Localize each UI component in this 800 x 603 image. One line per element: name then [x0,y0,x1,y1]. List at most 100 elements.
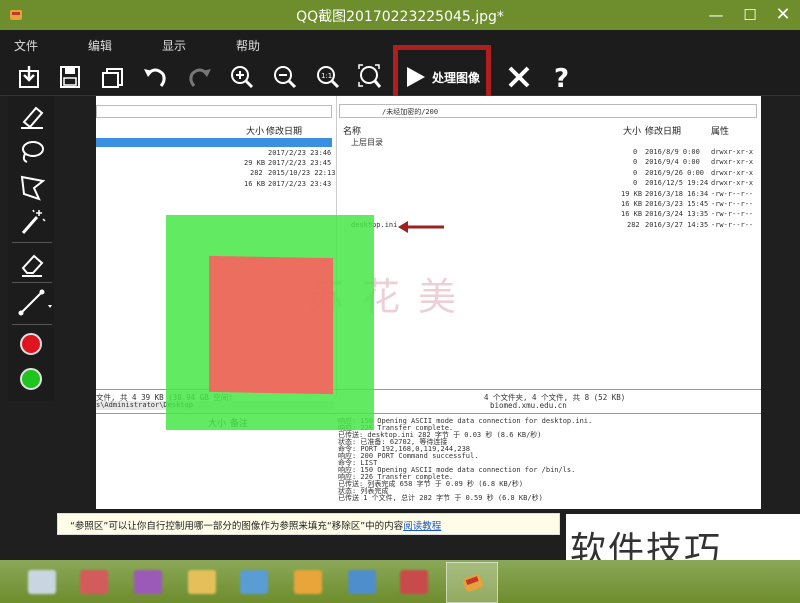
tip-bar: “参照区”可以让你自行控制用哪一部分的图像作为参照来填充“移除区”中的内容阅读教… [57,513,560,535]
lasso-icon[interactable] [12,136,52,168]
log-panel: 响应: 150 Opening ASCII mode data connecti… [338,416,758,508]
right-row-attr: -rw-r--r-- [711,221,754,229]
taskbar-app[interactable] [400,570,428,594]
title-bar: QQ截图20170223225045.jpg* — ☐ ✕ [0,0,800,30]
close-window-button[interactable]: ✕ [766,0,800,30]
left-path-box [96,105,332,118]
image-canvas[interactable]: 大小 修改日期 2017/2/23 23:46 29 KB 2017/2/23 … [96,96,761,509]
minimize-button[interactable]: — [699,0,733,30]
right-row-size: 16 KB [621,210,643,218]
svg-text:?: ? [554,64,569,94]
right-row-size: 282 [627,221,640,229]
save-icon[interactable] [53,60,87,94]
right-row-attr: drwxr-xr-x [711,169,754,177]
taskbar-active-app[interactable] [446,562,498,603]
right-row-size: 0 [633,158,638,166]
taskbar-app[interactable] [240,570,268,594]
window-title: QQ截图20170223225045.jpg* [296,9,504,25]
import-icon[interactable] [12,60,46,94]
taskbar-app[interactable] [188,570,216,594]
right-row-date: 2016/3/27 14:35 [645,221,709,229]
taskbar-app[interactable] [80,570,108,594]
taskbar-app[interactable] [28,570,56,594]
right-row-size: 0 [633,148,638,156]
right-row-date: 2016/8/9 0:00 [645,148,700,156]
maximize-button[interactable]: ☐ [733,0,767,30]
right-row-attr: -rw-r--r-- [711,190,754,198]
right-row-size: 16 KB [621,200,643,208]
left-row-date: 2017/2/23 23:43 [268,180,332,188]
right-row-attr: -rw-r--r-- [711,200,754,208]
taskbar-app[interactable] [134,570,162,594]
marker-icon[interactable] [12,100,52,132]
right-host: biomed.xmu.edu.cn [490,401,567,410]
right-row-size: 19 KB [621,190,643,198]
polygon-lasso-icon[interactable] [12,172,52,204]
left-row-date: 2015/10/23 22:13 [268,169,336,177]
right-row-date: 2016/3/23 15:45 [645,200,709,208]
right-row-date: 2016/3/18 16:34 [645,190,709,198]
parent-dir: 上层目录 [351,138,383,147]
right-row-date: 2016/9/26 0:00 [645,169,705,177]
magic-wand-icon[interactable] [12,206,52,238]
taskbar-app[interactable] [294,570,322,594]
red-swatch[interactable] [20,333,42,355]
redo-icon[interactable] [183,60,217,94]
left-header-size: 大小 [246,127,265,137]
right-row-date: 2016/12/5 19:24 [645,179,709,187]
zoom-in-icon[interactable] [225,60,259,94]
right-row-attr: -rw-r--r-- [711,210,754,218]
right-path-box: /未经加密的/200 [339,104,757,118]
log-line: 已传送 1 个文件, 总计 282 字节 于 0.59 秒 (6.8 KB/秒) [338,494,543,502]
left-row-date: 2017/2/23 23:46 [268,149,332,157]
menu-edit[interactable]: 编辑 [88,37,112,54]
eraser-icon[interactable] [12,248,52,280]
right-row-size: 0 [633,179,638,187]
taskbar-app[interactable] [348,570,376,594]
right-row-date: 2016/9/4 0:00 [645,158,700,166]
eraser-app-icon [462,574,484,592]
app-window: QQ截图20170223225045.jpg* — ☐ ✕ 文件 编辑 显示 帮… [0,0,800,603]
right-header-attr: 属性 [711,127,730,137]
right-row-attr: drwxr-xr-x [711,148,754,156]
taskbar [0,560,800,603]
removal-region[interactable] [209,255,333,395]
arrow-icon [398,221,444,233]
tool-separator [12,324,52,325]
tip-text: “参照区”可以让你自行控制用哪一部分的图像作为参照来填充“移除区”中的内容阅读教… [70,518,441,532]
left-row-size: 16 KB [244,180,266,188]
tool-separator [12,282,52,283]
undo-icon[interactable] [138,60,172,94]
right-row-size: 0 [633,169,638,177]
fit-icon[interactable] [353,60,387,94]
right-row-date: 2016/3/24 13:35 [645,210,709,218]
actual-size-icon[interactable]: 1:1 [311,60,345,94]
right-row-attr: drwxr-xr-x [711,158,754,166]
zoom-out-icon[interactable] [268,60,302,94]
copy-icon[interactable] [96,60,130,94]
right-header-size: 大小 [623,127,642,137]
svg-text:1:1: 1:1 [321,72,332,80]
play-icon [407,67,425,87]
tool-separator [12,242,52,243]
menu-help[interactable]: 帮助 [236,37,260,54]
tutorial-link[interactable]: 阅读教程 [403,521,441,532]
process-image-button[interactable]: 处理图像 [402,61,486,93]
right-row-attr: drwxr-xr-x [711,179,754,187]
left-row-size: 282 [250,169,263,177]
help-button[interactable]: ? [546,60,580,94]
green-swatch[interactable] [20,368,42,390]
close-x-icon[interactable] [502,60,536,94]
menu-view[interactable]: 显示 [162,37,186,54]
menu-file[interactable]: 文件 [14,37,38,54]
line-icon[interactable] [12,286,52,318]
right-header-name: 名称 [343,127,362,137]
left-row-size: 29 KB [244,159,266,167]
left-row-date: 2017/2/23 23:45 [268,159,332,167]
left-header-modified: 修改日期 [266,127,303,137]
right-header-modified: 修改日期 [645,127,682,137]
tip-message: “参照区”可以让你自行控制用哪一部分的图像作为参照来填充“移除区”中的内容 [70,521,404,532]
selected-row [96,138,332,147]
right-path: /未经加密的/200 [382,108,439,116]
right-file-pane: /未经加密的/200 名称 大小 修改日期 属性 上层目录 0 2016/8/9… [336,96,761,396]
